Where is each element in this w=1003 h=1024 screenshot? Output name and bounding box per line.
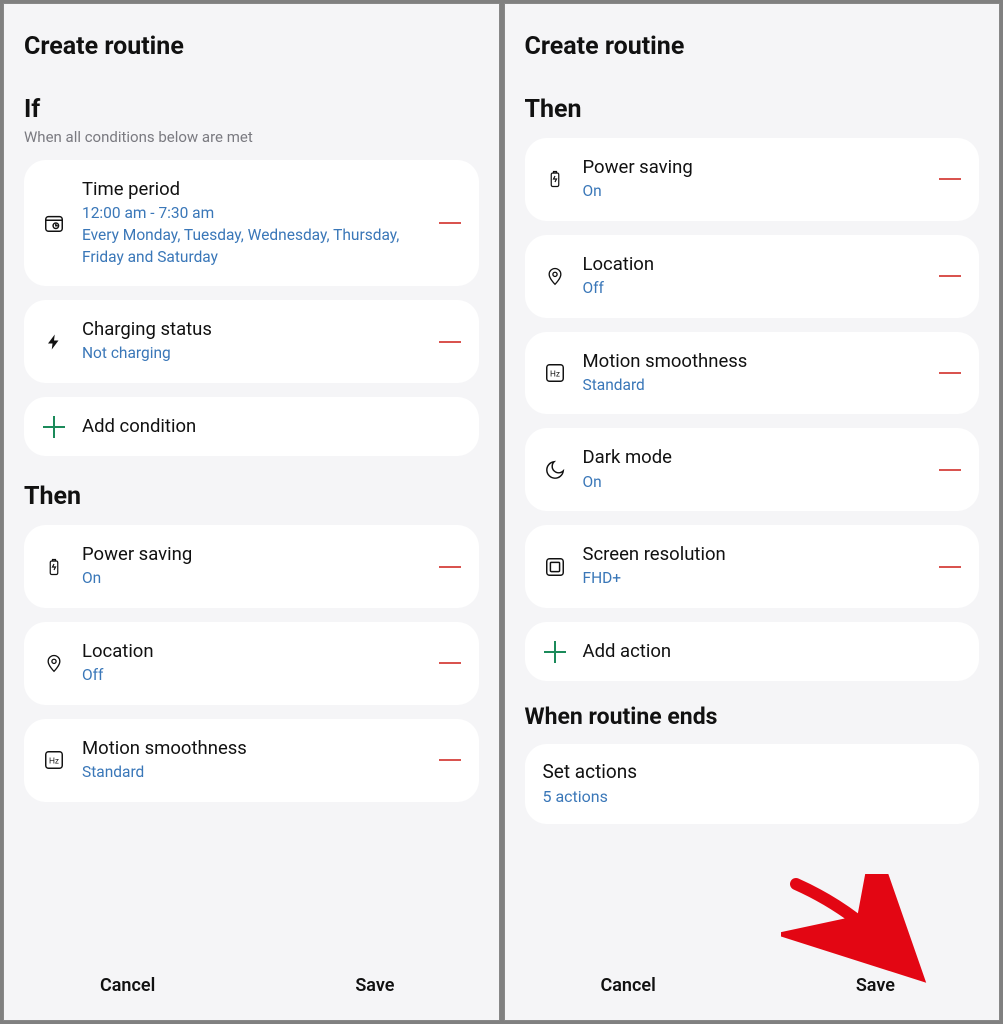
action-value: On xyxy=(583,472,924,494)
remove-button[interactable] xyxy=(937,275,963,277)
add-action-label: Add action xyxy=(583,640,964,663)
plus-icon xyxy=(541,641,569,663)
cancel-button[interactable]: Cancel xyxy=(505,975,752,996)
condition-label: Charging status xyxy=(82,318,423,341)
set-actions-value: 5 actions xyxy=(543,786,962,808)
action-label: Screen resolution xyxy=(583,543,924,566)
action-value: FHD+ xyxy=(583,568,924,590)
minus-icon xyxy=(939,566,961,568)
svg-text:Hz: Hz xyxy=(550,370,560,380)
save-button[interactable]: Save xyxy=(251,975,498,996)
add-condition-button[interactable]: Add condition xyxy=(24,397,479,456)
remove-button[interactable] xyxy=(437,566,463,568)
page-title: Create routine xyxy=(525,32,980,61)
action-label: Motion smoothness xyxy=(82,737,423,760)
moon-icon xyxy=(541,459,569,481)
resolution-icon xyxy=(541,556,569,578)
condition-value: Not charging xyxy=(82,343,423,365)
condition-charging-status[interactable]: Charging status Not charging xyxy=(24,300,479,383)
action-label: Location xyxy=(583,253,924,276)
add-condition-label: Add condition xyxy=(82,415,463,438)
battery-icon xyxy=(541,167,569,191)
set-actions-button[interactable]: Set actions 5 actions xyxy=(525,744,980,824)
plus-icon xyxy=(40,416,68,438)
action-label: Location xyxy=(82,640,423,663)
bottom-bar: Cancel Save xyxy=(505,957,1000,1020)
action-power-saving[interactable]: Power saving On xyxy=(24,525,479,608)
action-value: On xyxy=(583,181,924,203)
hz-icon: Hz xyxy=(40,749,68,771)
action-screen-resolution[interactable]: Screen resolution FHD+ xyxy=(525,525,980,608)
remove-button[interactable] xyxy=(437,759,463,761)
action-value: Off xyxy=(82,665,423,687)
minus-icon xyxy=(439,566,461,568)
condition-time-period[interactable]: Time period 12:00 am - 7:30 am Every Mon… xyxy=(24,160,479,286)
calendar-icon xyxy=(40,212,68,234)
action-dark-mode[interactable]: Dark mode On xyxy=(525,428,980,511)
then-heading: Then xyxy=(525,95,980,124)
page-title: Create routine xyxy=(24,32,479,61)
action-label: Motion smoothness xyxy=(583,350,924,373)
action-motion-smoothness[interactable]: Hz Motion smoothness Standard xyxy=(24,719,479,802)
right-pane: Create routine Then Power saving On Loca… xyxy=(504,3,1001,1021)
action-label: Dark mode xyxy=(583,446,924,469)
if-subtitle: When all conditions below are met xyxy=(24,128,479,146)
action-location[interactable]: Location Off xyxy=(525,235,980,318)
action-value: Off xyxy=(583,278,924,300)
condition-value: 12:00 am - 7:30 am Every Monday, Tuesday… xyxy=(82,203,423,268)
left-pane: Create routine If When all conditions be… xyxy=(3,3,500,1021)
minus-icon xyxy=(439,759,461,761)
bolt-icon xyxy=(40,331,68,353)
svg-text:Hz: Hz xyxy=(49,757,59,766)
pin-icon xyxy=(40,651,68,675)
cancel-button[interactable]: Cancel xyxy=(4,975,251,996)
battery-icon xyxy=(40,555,68,579)
action-value: Standard xyxy=(583,375,924,397)
remove-button[interactable] xyxy=(937,178,963,180)
minus-icon xyxy=(939,372,961,374)
minus-icon xyxy=(939,469,961,471)
minus-icon xyxy=(439,222,461,224)
if-heading: If xyxy=(24,95,479,124)
minus-icon xyxy=(939,178,961,180)
action-motion-smoothness[interactable]: Hz Motion smoothness Standard xyxy=(525,332,980,415)
minus-icon xyxy=(939,275,961,277)
bottom-bar: Cancel Save xyxy=(4,957,499,1020)
routine-ends-heading: When routine ends xyxy=(525,703,980,730)
action-label: Power saving xyxy=(82,543,423,566)
pin-icon xyxy=(541,264,569,288)
remove-button[interactable] xyxy=(437,341,463,343)
action-power-saving[interactable]: Power saving On xyxy=(525,138,980,221)
minus-icon xyxy=(439,662,461,664)
remove-button[interactable] xyxy=(437,662,463,664)
action-value: On xyxy=(82,568,423,590)
remove-button[interactable] xyxy=(937,372,963,374)
condition-label: Time period xyxy=(82,178,423,201)
action-label: Power saving xyxy=(583,156,924,179)
remove-button[interactable] xyxy=(437,222,463,224)
hz-icon: Hz xyxy=(541,362,569,384)
remove-button[interactable] xyxy=(937,469,963,471)
set-actions-label: Set actions xyxy=(543,760,962,784)
add-action-button[interactable]: Add action xyxy=(525,622,980,681)
then-heading: Then xyxy=(24,482,479,511)
action-value: Standard xyxy=(82,762,423,784)
action-location[interactable]: Location Off xyxy=(24,622,479,705)
minus-icon xyxy=(439,341,461,343)
save-button[interactable]: Save xyxy=(752,975,999,996)
remove-button[interactable] xyxy=(937,566,963,568)
